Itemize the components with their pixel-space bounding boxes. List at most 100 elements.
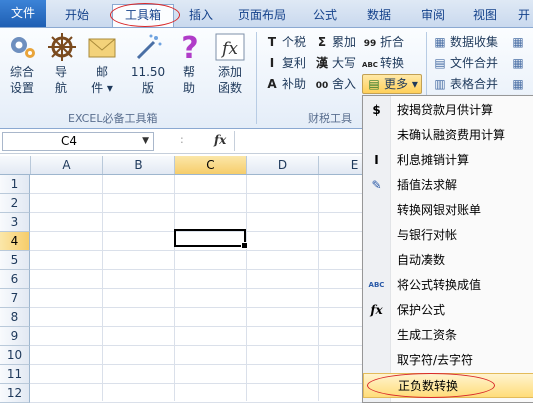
menu-item-icon: I <box>374 153 379 167</box>
overflow-button-3[interactable]: ▦ <box>510 75 528 93</box>
table-merge-button[interactable]: ▥ 表格合并 <box>432 75 498 93</box>
column-header-c[interactable]: C <box>175 156 247 174</box>
more-label: 更多 ▾ <box>384 77 418 91</box>
grid-line-vertical <box>246 175 247 401</box>
chevron-down-icon[interactable]: ▼ <box>142 133 149 150</box>
uppercase-button[interactable]: 漢大写 <box>314 54 356 72</box>
rounding-icon: 00 <box>315 81 329 91</box>
formula-dots: : <box>180 133 184 146</box>
row-header-10[interactable]: 10 <box>0 346 30 365</box>
row-header-6[interactable]: 6 <box>0 270 30 289</box>
menu-item-label: 取字符/去字符 <box>397 353 474 367</box>
overflow-icon: ▦ <box>512 35 524 49</box>
convert-button[interactable]: 99 折合 <box>362 33 404 51</box>
menu-item-icon <box>368 227 385 244</box>
subsidy-button[interactable]: A 补助 <box>264 75 306 93</box>
row-header-3[interactable]: 3 <box>0 213 30 232</box>
fill-handle[interactable] <box>241 242 248 249</box>
menu-item-label: 插值法求解 <box>397 178 458 192</box>
menu-item[interactable]: fx 保护公式 <box>363 298 533 323</box>
tax-icon: T <box>267 35 277 49</box>
sigma-icon: Σ <box>317 35 327 49</box>
data-collect-button[interactable]: ▦ 数据收集 <box>432 33 498 51</box>
menu-item[interactable]: 转换网银对账单 <box>363 198 533 223</box>
wand-icon <box>136 34 162 60</box>
more-icon: ▤ <box>368 77 380 91</box>
menu-item[interactable]: 自动凑数 <box>363 248 533 273</box>
menu-item[interactable]: I 利息摊销计算 <box>363 148 533 173</box>
menu-item[interactable]: 生成工资条 <box>363 323 533 348</box>
tab-file[interactable]: 文件 <box>0 0 46 27</box>
navigation-button[interactable]: 导 航 <box>46 32 76 96</box>
help-button[interactable]: ? 帮 助 <box>174 32 204 96</box>
row-header-1[interactable]: 1 <box>0 175 30 194</box>
row-header-9[interactable]: 9 <box>0 327 30 346</box>
more-button[interactable]: ▤ 更多 ▾ <box>362 74 422 94</box>
menu-item-label: 保护公式 <box>397 303 446 317</box>
menu-item[interactable]: 与银行对帐 <box>363 223 533 248</box>
mail-label-2: 件 ▾ <box>91 81 113 95</box>
menu-item[interactable]: 未确认融资费用计算 <box>363 123 533 148</box>
settings-button[interactable]: 综合 设置 <box>4 32 40 96</box>
tab-page-layout[interactable]: 页面布局 <box>232 5 292 25</box>
row-header-11[interactable]: 11 <box>0 365 30 384</box>
cursor-icon: I <box>269 56 275 70</box>
svg-text:?: ? <box>181 32 198 62</box>
annotation-oval-menu-item <box>367 373 495 398</box>
row-header-4[interactable]: 4 <box>0 232 30 251</box>
column-header-b[interactable]: B <box>103 156 175 174</box>
rounding-button[interactable]: 00 舍入 <box>314 75 356 93</box>
tab-formulas[interactable]: 公式 <box>304 5 346 25</box>
group-title-finance: 财税工具 <box>308 112 352 125</box>
version-label-2: 版 <box>141 81 154 95</box>
overflow-button-2[interactable]: ▦ <box>510 54 528 72</box>
row-header-12[interactable]: 12 <box>0 384 30 403</box>
menu-item-icon <box>368 202 385 219</box>
tab-developer[interactable]: 开 <box>514 5 533 25</box>
help-label-1: 帮 <box>182 65 195 79</box>
tab-view[interactable]: 视图 <box>464 5 506 25</box>
menu-item[interactable]: ✎ 插值法求解 <box>363 173 533 198</box>
mail-button[interactable]: 邮 件 ▾ <box>84 32 120 96</box>
menu-item[interactable]: $ 按揭贷款月供计算 <box>363 98 533 123</box>
tab-home[interactable]: 开始 <box>56 5 98 25</box>
help-label-2: 助 <box>182 81 195 95</box>
selected-cell[interactable] <box>174 229 248 249</box>
menu-item-icon <box>368 327 385 344</box>
select-all-corner[interactable] <box>0 156 31 174</box>
table-merge-label: 表格合并 <box>450 77 499 91</box>
tax-button[interactable]: T 个税 <box>264 33 306 51</box>
overflow-icon: ▦ <box>512 56 524 70</box>
fx-icon[interactable]: fx <box>214 133 226 147</box>
more-dropdown-menu: $ 按揭贷款月供计算 未确认融资费用计算 I 利息摊销计算 ✎ 插值法求解转换网银对账单与银… <box>362 95 533 403</box>
row-header-8[interactable]: 8 <box>0 308 30 327</box>
transform-button[interactable]: ABC 转换 <box>362 54 404 72</box>
annotation-oval-toolbox <box>110 3 180 27</box>
version-button[interactable]: 11.50 版 <box>128 32 168 96</box>
row-header-2[interactable]: 2 <box>0 194 30 213</box>
convert-label: 折合 <box>380 35 405 49</box>
column-header-d[interactable]: D <box>247 156 319 174</box>
add-function-button[interactable]: fx 添加 函数 <box>212 32 248 96</box>
compound-interest-button[interactable]: I 复利 <box>264 54 306 72</box>
row-header-7[interactable]: 7 <box>0 289 30 308</box>
formula-divider <box>234 131 235 151</box>
han-icon: 漢 <box>315 56 328 70</box>
menu-item-label: 转换网银对账单 <box>397 203 482 217</box>
tab-insert[interactable]: 插入 <box>180 5 222 25</box>
column-header-a[interactable]: A <box>31 156 103 174</box>
row-header-5[interactable]: 5 <box>0 251 30 270</box>
help-icon: ? <box>181 32 198 62</box>
accumulate-button[interactable]: Σ 累加 <box>314 33 356 51</box>
file-merge-label: 文件合并 <box>450 56 499 70</box>
overflow-button-1[interactable]: ▦ <box>510 33 528 51</box>
name-box[interactable]: C4 ▼ <box>2 132 154 151</box>
table-icon: ▥ <box>434 77 446 91</box>
tab-review[interactable]: 审阅 <box>412 5 454 25</box>
rounding-label: 舍入 <box>332 77 357 91</box>
file-merge-button[interactable]: ▤ 文件合并 <box>432 54 498 72</box>
menu-item[interactable]: 取字符/去字符 <box>363 348 533 373</box>
discount-icon: 99 <box>363 39 377 49</box>
menu-item[interactable]: ABC 将公式转换成值 <box>363 273 533 298</box>
tab-data[interactable]: 数据 <box>358 5 400 25</box>
